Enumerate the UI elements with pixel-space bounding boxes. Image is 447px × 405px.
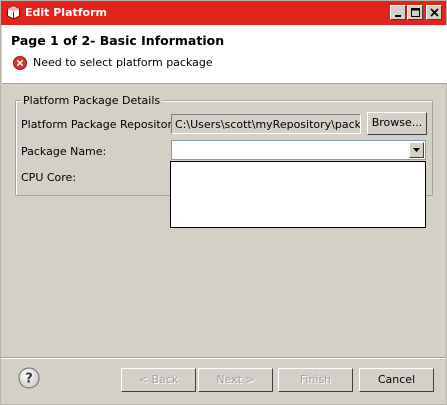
- minimize-button[interactable]: [390, 5, 406, 20]
- close-button[interactable]: [426, 5, 442, 20]
- package-name-dropdown-button[interactable]: [409, 142, 424, 158]
- title-bar[interactable]: Edit Platform: [1, 1, 446, 25]
- minimize-icon: [395, 14, 401, 17]
- edit-platform-dialog: Edit Platform Page 1 of 2- Basic Informa…: [0, 0, 447, 405]
- button-bar-divider: [1, 357, 446, 359]
- maximize-button[interactable]: [407, 5, 423, 20]
- browse-button[interactable]: Browse...: [367, 112, 427, 135]
- wizard-header: Page 1 of 2- Basic Information Need to s…: [2, 25, 447, 84]
- group-title: Platform Package Details: [21, 94, 163, 107]
- next-button[interactable]: Next >: [198, 368, 273, 392]
- cpu-core-label: CPU Core:: [21, 171, 77, 184]
- svg-text:?: ?: [25, 372, 33, 387]
- maximize-icon: [410, 8, 420, 17]
- repository-field[interactable]: C:\Users\scott\myRepository\package: [171, 114, 361, 134]
- package-name-combo[interactable]: [171, 140, 426, 160]
- platform-cube-icon: [6, 5, 21, 20]
- window-title: Edit Platform: [25, 6, 107, 19]
- page-title: Page 1 of 2- Basic Information: [11, 33, 225, 48]
- close-icon: [429, 8, 439, 17]
- package-name-dropdown-list[interactable]: [170, 161, 426, 228]
- cancel-button[interactable]: Cancel: [359, 368, 434, 392]
- error-icon: [13, 56, 27, 70]
- back-button[interactable]: < Back: [121, 368, 196, 392]
- error-message: Need to select platform package: [33, 56, 213, 69]
- chevron-down-icon: [413, 148, 420, 152]
- package-name-label: Package Name:: [21, 145, 107, 158]
- finish-button[interactable]: Finish: [278, 368, 353, 392]
- help-icon[interactable]: ?: [18, 367, 40, 389]
- repository-label: Platform Package Repository:: [21, 118, 182, 131]
